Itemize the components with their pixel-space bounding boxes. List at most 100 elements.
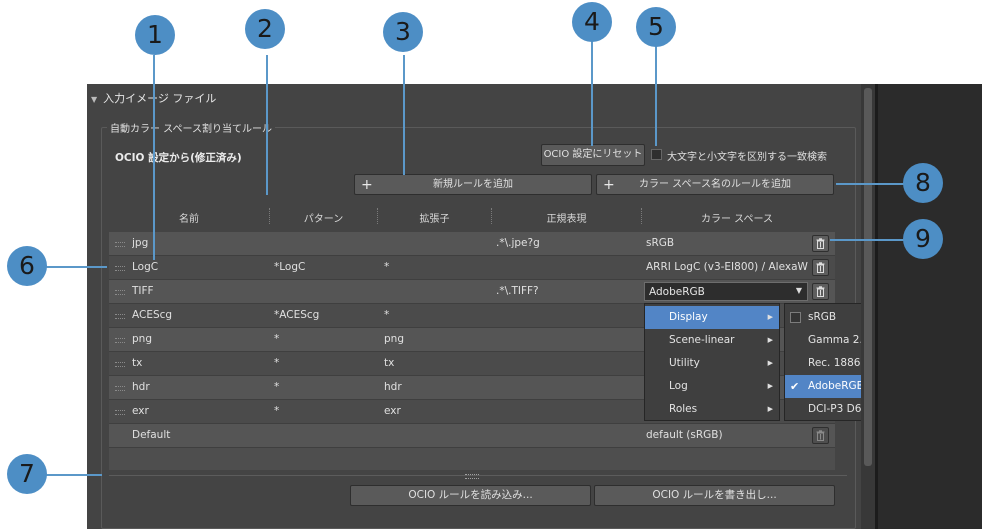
export-ocio-rules-button[interactable]: OCIO ルールを書き出し... bbox=[594, 485, 835, 506]
preferences-window: ▼ 入力イメージ ファイル 自動カラー スペース割り当てルール OCIO 設定から… bbox=[87, 84, 982, 529]
rule-extension: * bbox=[384, 261, 390, 273]
rule-name: hdr bbox=[132, 381, 150, 393]
callout-line-2 bbox=[266, 55, 268, 195]
side-panel bbox=[878, 84, 982, 529]
load-ocio-rules-button[interactable]: OCIO ルールを読み込み... bbox=[350, 485, 591, 506]
vertical-scrollbar[interactable] bbox=[861, 84, 875, 529]
menu-item-roles[interactable]: Roles ▶ bbox=[645, 398, 779, 421]
rule-pattern: * bbox=[274, 357, 280, 369]
add-colorspace-rule-label: カラー スペース名のルールを追加 bbox=[639, 179, 791, 190]
rule-extension: exr bbox=[384, 405, 401, 417]
group-title: 自動カラー スペース割り当てルール bbox=[107, 120, 275, 135]
triangle-down-icon: ▼ bbox=[91, 95, 98, 104]
add-new-rule-label: 新規ルールを追加 bbox=[433, 179, 513, 190]
trash-icon bbox=[816, 238, 825, 249]
callout-line-7 bbox=[45, 474, 102, 476]
submenu-item-label: DCI-P3 D65 bbox=[808, 403, 869, 415]
rule-colorspace: ARRI LogC (v3-EI800) / AlexaWide bbox=[646, 261, 808, 273]
menu-item-label: Scene-linear bbox=[669, 334, 735, 346]
rule-extension: * bbox=[384, 309, 390, 321]
section-title: 入力イメージ ファイル bbox=[103, 92, 217, 105]
case-sensitive-label: 大文字と小文字を区別する一致検索 bbox=[667, 152, 827, 163]
callout-line-6 bbox=[45, 266, 107, 268]
menu-item-log[interactable]: Log ▶ bbox=[645, 375, 779, 398]
trash-icon bbox=[816, 430, 825, 441]
column-header-regex[interactable]: 正規表現 bbox=[492, 210, 641, 225]
callout-4: 4 bbox=[572, 2, 612, 42]
menu-item-label: Log bbox=[669, 380, 688, 392]
callout-9: 9 bbox=[903, 219, 943, 259]
delete-rule-button[interactable] bbox=[812, 235, 829, 252]
callout-5: 5 bbox=[636, 7, 676, 47]
callout-8: 8 bbox=[903, 163, 943, 203]
column-header-pattern[interactable]: パターン bbox=[270, 210, 377, 225]
menu-item-label: Display bbox=[669, 311, 708, 323]
table-row[interactable]: TIFF .*\.TIFF? AdobeRGB ▼ bbox=[109, 280, 835, 304]
menu-item-display[interactable]: Display ▶ bbox=[645, 306, 779, 329]
chevron-right-icon: ▶ bbox=[767, 336, 773, 344]
drag-handle-icon[interactable] bbox=[115, 314, 125, 319]
colorspace-dropdown-value: AdobeRGB bbox=[649, 286, 705, 298]
reset-ocio-button[interactable]: OCIO 設定にリセット bbox=[541, 144, 645, 166]
drag-handle-icon[interactable] bbox=[115, 266, 125, 271]
trash-icon bbox=[816, 262, 825, 273]
add-colorspace-rule-button[interactable]: + カラー スペース名のルールを追加 bbox=[596, 174, 834, 195]
delete-rule-button[interactable] bbox=[812, 259, 829, 276]
rule-extension: hdr bbox=[384, 381, 402, 393]
rule-name: TIFF bbox=[132, 285, 154, 297]
callout-3: 3 bbox=[383, 12, 423, 52]
column-header-name[interactable]: 名前 bbox=[109, 210, 269, 225]
table-header: 名前 パターン 拡張子 正規表現 カラー スペース bbox=[109, 204, 835, 228]
rule-regex: .*\.jpe?g bbox=[496, 237, 540, 249]
submenu-item-label: AdobeRGB bbox=[808, 380, 864, 392]
rule-name: tx bbox=[132, 357, 143, 369]
splitter[interactable] bbox=[109, 474, 847, 479]
delete-rule-button-disabled bbox=[812, 427, 829, 444]
rule-name: Default bbox=[132, 429, 171, 441]
delete-rule-button[interactable] bbox=[812, 283, 829, 300]
callout-line-9 bbox=[830, 239, 906, 241]
drag-handle-icon[interactable] bbox=[115, 362, 125, 367]
drag-handle-icon[interactable] bbox=[115, 290, 125, 295]
rule-pattern: *ACEScg bbox=[274, 309, 320, 321]
rule-pattern: *LogC bbox=[274, 261, 306, 273]
case-sensitive-checkbox[interactable] bbox=[651, 149, 662, 160]
callout-line-3 bbox=[403, 55, 405, 175]
rule-colorspace: sRGB bbox=[646, 237, 675, 249]
chevron-right-icon: ▶ bbox=[767, 313, 773, 321]
chevron-down-icon: ▼ bbox=[795, 286, 802, 295]
scrollbar-thumb[interactable] bbox=[864, 88, 872, 466]
colorspace-category-menu: Display ▶ Scene-linear ▶ Utility ▶ Log ▶ Rol… bbox=[644, 303, 780, 421]
add-new-rule-button[interactable]: + 新規ルールを追加 bbox=[354, 174, 592, 195]
rule-pattern: * bbox=[274, 405, 280, 417]
checkbox-empty-icon bbox=[790, 312, 801, 323]
plus-icon: + bbox=[603, 177, 615, 193]
menu-item-utility[interactable]: Utility ▶ bbox=[645, 352, 779, 375]
checkmark-icon: ✔ bbox=[790, 380, 800, 393]
rule-pattern: * bbox=[274, 333, 280, 345]
callout-line-8 bbox=[836, 183, 906, 185]
drag-handle-icon[interactable] bbox=[115, 386, 125, 391]
chevron-right-icon: ▶ bbox=[767, 405, 773, 413]
callout-line-1 bbox=[153, 55, 155, 260]
table-row[interactable]: jpg .*\.jpe?g sRGB bbox=[109, 232, 835, 256]
table-row[interactable]: LogC *LogC * ARRI LogC (v3-EI800) / Alex… bbox=[109, 256, 835, 280]
drag-handle-icon[interactable] bbox=[115, 242, 125, 247]
callout-line-5 bbox=[655, 45, 657, 146]
column-header-colorspace[interactable]: カラー スペース bbox=[642, 210, 832, 225]
ocio-source-label: OCIO 設定から(修正済み) bbox=[115, 152, 242, 164]
colorspace-dropdown[interactable]: AdobeRGB ▼ bbox=[644, 282, 808, 301]
drag-handle-icon[interactable] bbox=[115, 410, 125, 415]
table-row-default[interactable]: Default default (sRGB) bbox=[109, 424, 835, 448]
callout-6: 6 bbox=[7, 246, 47, 286]
rule-extension: png bbox=[384, 333, 404, 345]
submenu-item-label: sRGB bbox=[808, 311, 837, 323]
menu-item-scene-linear[interactable]: Scene-linear ▶ bbox=[645, 329, 779, 352]
rule-extension: tx bbox=[384, 357, 395, 369]
drag-handle-icon[interactable] bbox=[115, 338, 125, 343]
callout-7: 7 bbox=[7, 454, 47, 494]
splitter-handle-icon[interactable] bbox=[465, 474, 479, 479]
column-header-extension[interactable]: 拡張子 bbox=[378, 210, 491, 225]
menu-item-label: Roles bbox=[669, 403, 698, 415]
menu-item-label: Utility bbox=[669, 357, 700, 369]
